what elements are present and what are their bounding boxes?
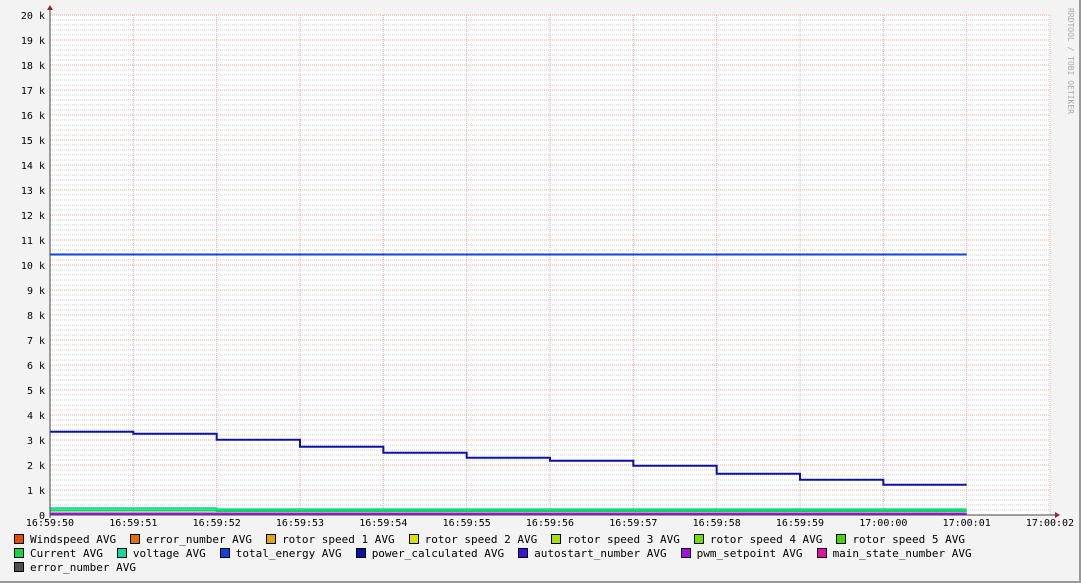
y-tick-label: 13 k	[21, 186, 45, 197]
y-tick-label: 18 k	[21, 61, 45, 72]
y-tick-label: 7 k	[27, 336, 45, 347]
y-axis-arrow	[47, 5, 53, 10]
legend-item: power_calculated AVG	[355, 547, 505, 561]
legend-label: rotor speed 1 AVG	[282, 533, 395, 546]
legend-label: rotor speed 5 AVG	[852, 533, 966, 546]
series-line-voltage-avg	[50, 507, 967, 511]
legend-label: total_energy AVG	[235, 547, 342, 560]
legend-item: rotor speed 5 AVG	[836, 533, 965, 547]
legend-swatch	[355, 548, 366, 558]
x-tick-label: 17:00:02	[1026, 518, 1074, 529]
y-tick-label: 17 k	[21, 86, 45, 97]
y-tick-label: 4 k	[27, 411, 45, 422]
legend-item: Current AVG	[14, 547, 103, 561]
legend-item: total_energy AVG	[219, 547, 342, 561]
y-tick-label: 12 k	[21, 211, 45, 222]
legend-label: rotor speed 2 AVG	[424, 533, 538, 546]
series-line-current-avg	[50, 509, 967, 512]
y-tick-label: 20 k	[21, 11, 45, 22]
legend-swatch	[116, 548, 127, 558]
legend-swatch	[14, 562, 24, 572]
legend-swatch	[408, 534, 419, 544]
chart: 01 k2 k3 k4 k5 k6 k7 k8 k9 k 10 k 11 k 12 k…	[0, 0, 1081, 583]
y-tick-label: 2 k	[27, 461, 45, 472]
y-tick-label: 5 k	[27, 386, 45, 397]
legend-label: pwm_setpoint AVG	[696, 547, 803, 560]
x-tick-label: 16:59:51	[109, 518, 157, 529]
legend-item: autostart_number AVG	[518, 547, 667, 561]
legend-item: rotor speed 1 AVG	[266, 533, 395, 547]
legend-label: Current AVG	[30, 547, 103, 560]
x-tick-label: 16:59:59	[776, 518, 824, 529]
x-tick-label: 16:59:54	[359, 518, 407, 529]
y-tick-label: 8 k	[27, 311, 45, 322]
legend-swatch	[693, 534, 704, 544]
y-tick-label: 11 k	[21, 236, 45, 247]
legend-item: pwm_setpoint AVG	[680, 547, 803, 561]
legend-swatch	[836, 534, 847, 544]
x-tick-label: 16:59:56	[526, 518, 574, 529]
y-tick-label: 15 k	[21, 136, 45, 147]
legend-label: voltage AVG	[132, 547, 206, 560]
x-tick-label: 16:59:57	[609, 518, 657, 529]
legend-label: power_calculated AVG	[371, 547, 505, 560]
legend-label: error_number AVG	[30, 561, 136, 574]
y-tick-label: 3 k	[27, 436, 45, 447]
y-tick-label: 19 k	[21, 36, 45, 47]
legend-item: error_number AVG	[130, 533, 252, 547]
legend-item: error_number AVG	[14, 561, 136, 575]
x-tick-label: 16:59:52	[193, 518, 241, 529]
x-tick-label: 16:59:50	[26, 518, 74, 529]
x-tick-label: 16:59:55	[443, 518, 491, 529]
legend-swatch	[551, 534, 562, 544]
legend-item: main_state_number AVG	[816, 547, 972, 561]
legend-label: autostart_number AVG	[534, 547, 667, 560]
legend-swatch	[680, 548, 691, 558]
legend-swatch	[219, 548, 230, 558]
x-tick-label: 16:59:58	[693, 518, 741, 529]
legend-label: rotor speed 4 AVG	[709, 533, 823, 546]
legend-swatch	[816, 548, 827, 558]
y-tick-label: 6 k	[27, 361, 45, 372]
legend-swatch	[130, 534, 141, 544]
y-tick-label: 14 k	[21, 161, 45, 172]
legend-item: rotor speed 4 AVG	[693, 533, 823, 547]
y-tick-label: 16 k	[21, 111, 45, 122]
legend-item: rotor speed 2 AVG	[408, 533, 538, 547]
legend-item: rotor speed 3 AVG	[551, 533, 680, 547]
legend-item: voltage AVG	[116, 547, 206, 561]
x-tick-label: 17:00:00	[859, 518, 907, 529]
legend: Windspeed AVG error_number AVG rotor speed…	[14, 533, 1074, 575]
legend-swatch	[14, 548, 24, 558]
legend-swatch	[14, 534, 24, 544]
legend-label: Windspeed AVG	[30, 533, 117, 546]
plot-area: 01 k2 k3 k4 k5 k6 k7 k8 k9 k10 k11 k12 k…	[21, 5, 1074, 529]
legend-label: rotor speed 3 AVG	[567, 533, 680, 546]
watermark: RRDTOOL / TOBI OETIKER	[1066, 8, 1075, 114]
y-tick-label: 9 k	[27, 286, 45, 297]
y-tick-label: 1 k	[27, 486, 45, 497]
legend-label: error_number AVG	[146, 533, 253, 546]
legend-label: main_state_number AVG	[832, 547, 972, 560]
y-tick-label: 10 k	[21, 261, 45, 272]
x-tick-label: 17:00:01	[943, 518, 991, 529]
legend-swatch	[266, 534, 277, 544]
legend-swatch	[518, 548, 529, 558]
legend-item: Windspeed AVG	[14, 533, 116, 547]
x-tick-label: 16:59:53	[276, 518, 324, 529]
